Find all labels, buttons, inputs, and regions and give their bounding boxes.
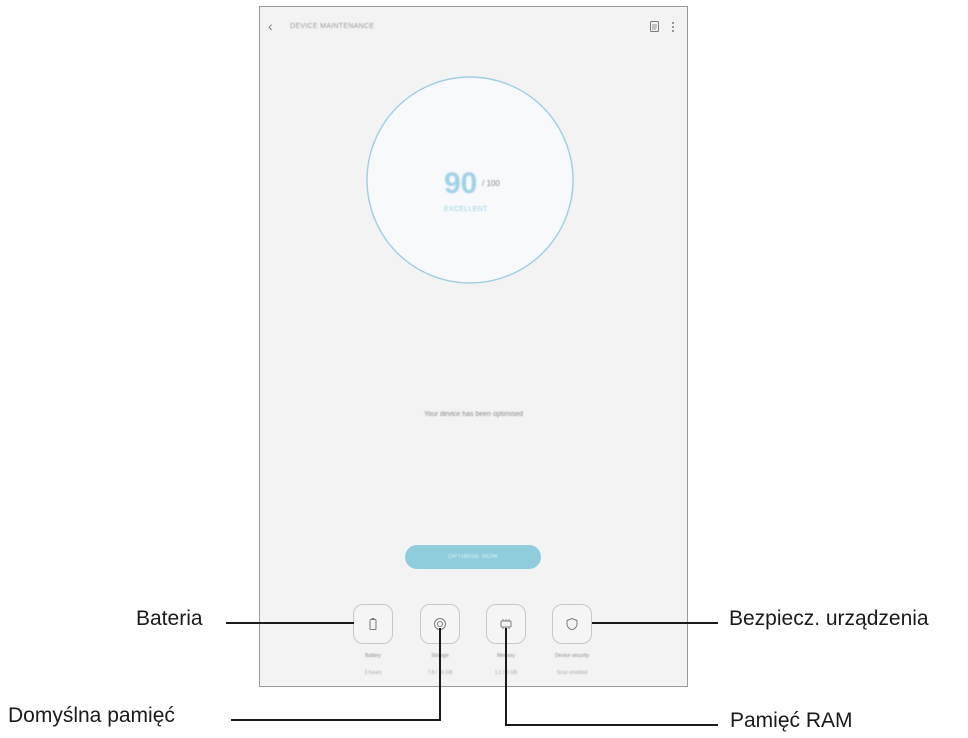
callout-security: Bezpiecz. urządzenia <box>729 607 929 630</box>
battery-tile[interactable] <box>353 604 393 644</box>
optimize-button-label: OPTIMISE NOW <box>448 554 498 560</box>
callout-memory: Pamięć RAM <box>730 709 853 732</box>
callout-line-security <box>592 622 718 624</box>
battery-icon <box>369 618 377 630</box>
shield-icon <box>566 617 578 631</box>
app-title: DEVICE MAINTENANCE <box>290 23 375 30</box>
security-tile-label: Device security <box>555 653 589 659</box>
callout-line-memory-v <box>505 628 507 726</box>
security-tile-sub: Scan enabled <box>556 670 588 676</box>
top-app-bar: ‹ DEVICE MAINTENANCE <box>260 7 687 47</box>
callout-storage: Domyślna pamięć <box>8 704 175 727</box>
callout-line-storage-v <box>439 628 441 721</box>
optimize-now-button[interactable]: OPTIMISE NOW <box>405 545 541 569</box>
score-max: / 100 <box>482 179 500 188</box>
device-screen: ‹ DEVICE MAINTENANCE 90 / 100 EXCELLENT … <box>259 6 688 687</box>
battery-tile-label: Battery <box>365 653 381 659</box>
status-message: Your device has been optimised <box>424 411 523 418</box>
battery-tile-sub: 3 hours <box>364 670 382 676</box>
callout-line-battery <box>226 622 354 624</box>
back-chevron-icon[interactable]: ‹ <box>268 19 282 33</box>
score-status: EXCELLENT <box>444 206 488 213</box>
document-icon[interactable] <box>650 21 659 32</box>
more-vertical-icon[interactable] <box>671 21 675 33</box>
callout-line-storage-h <box>231 719 441 721</box>
security-tile[interactable] <box>552 604 592 644</box>
callout-battery: Bateria <box>136 607 203 630</box>
score-value: 90 <box>444 167 478 200</box>
callout-line-memory-h <box>505 724 718 726</box>
